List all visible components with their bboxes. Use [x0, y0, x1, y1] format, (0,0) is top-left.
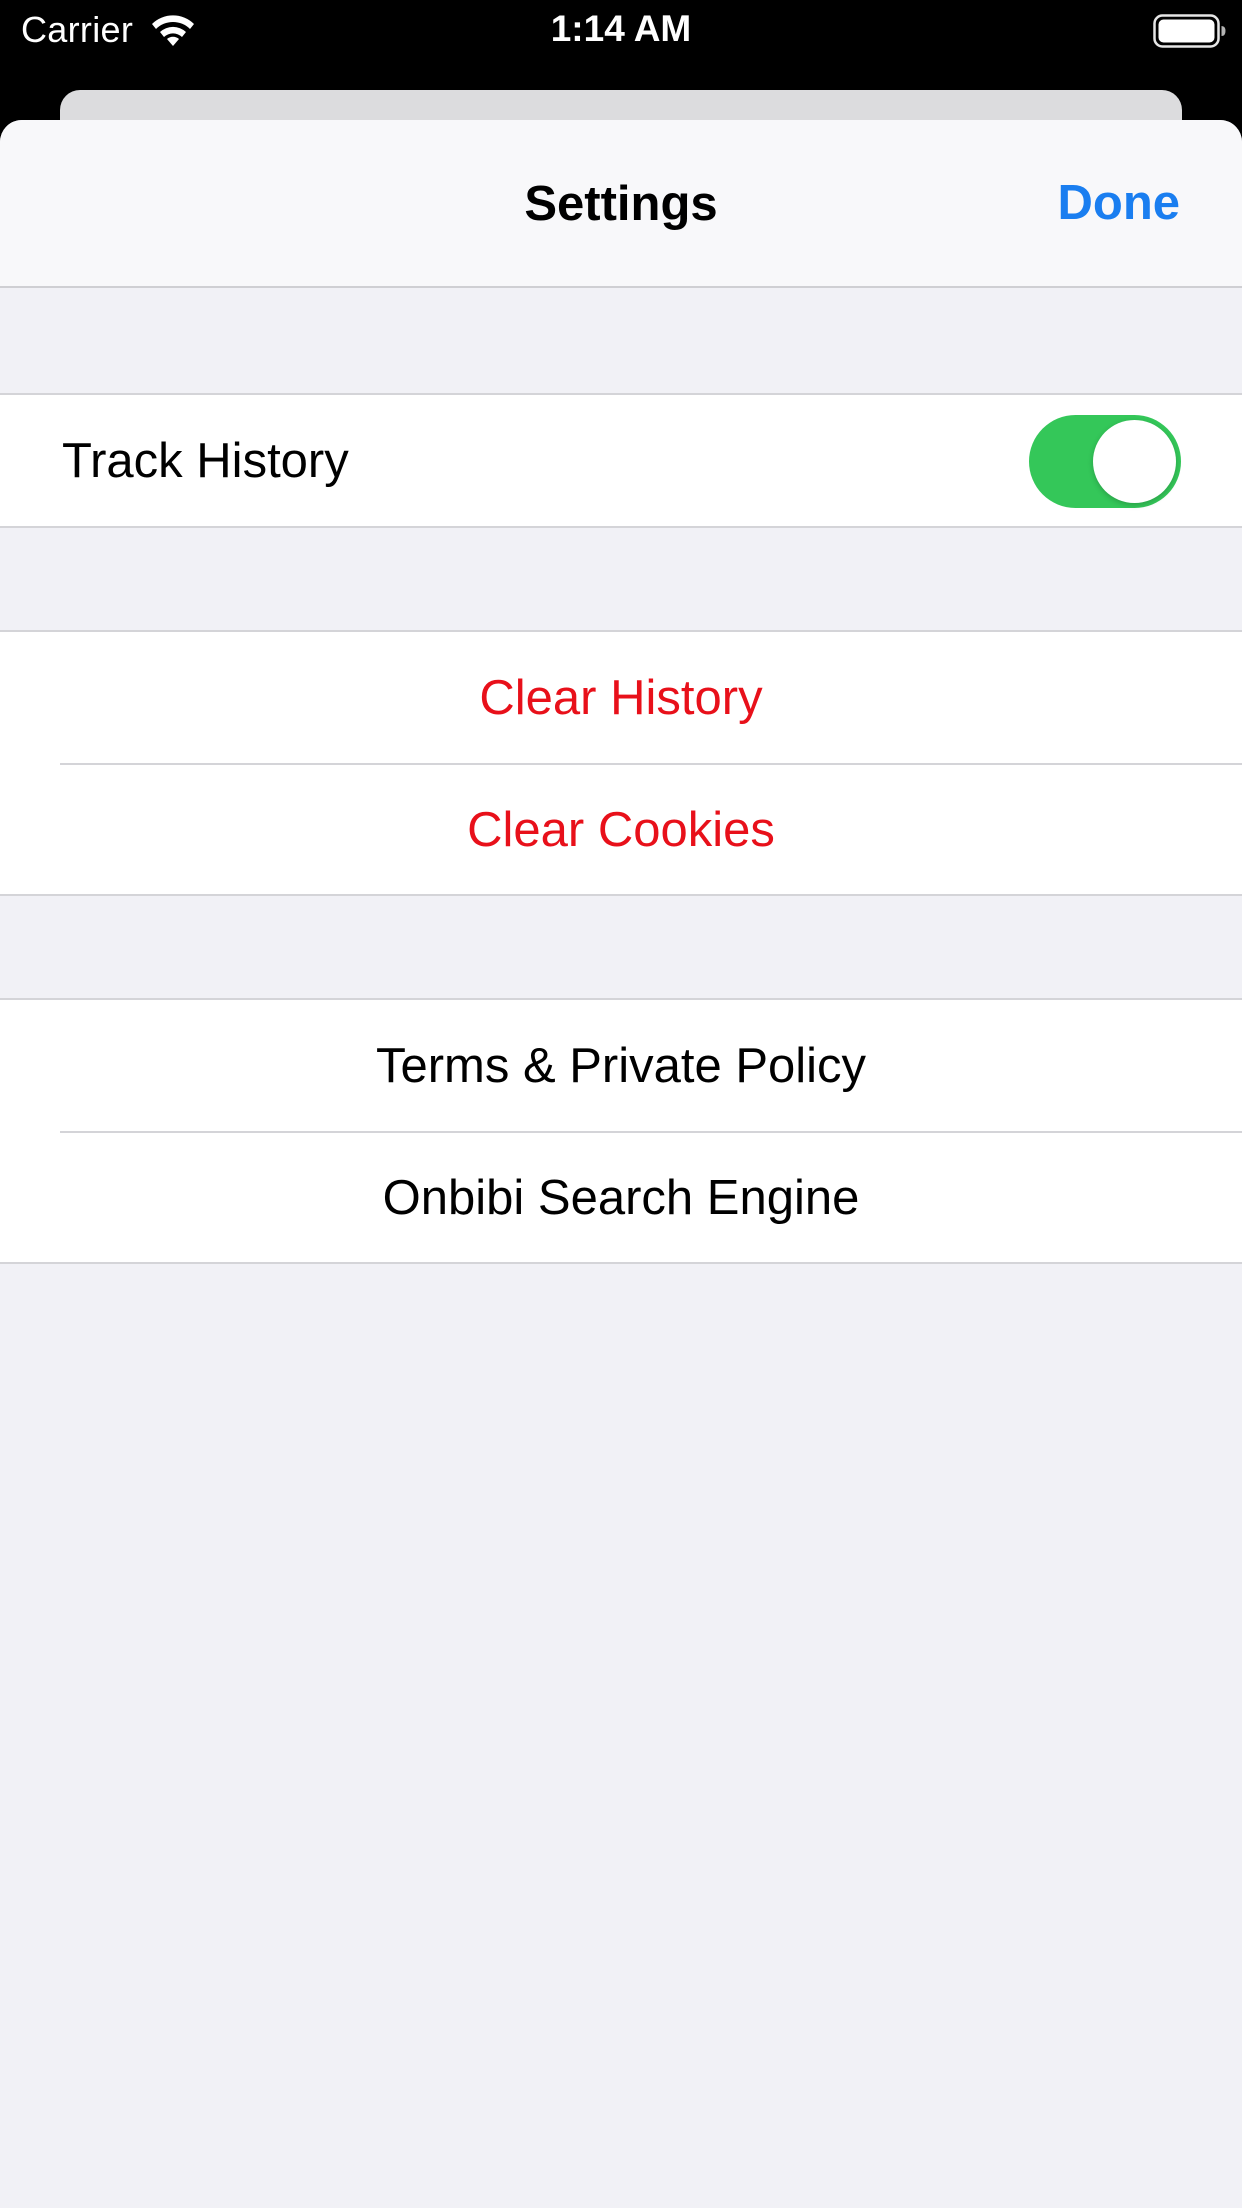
- done-button[interactable]: Done: [1058, 175, 1181, 231]
- toggle-knob: [1093, 420, 1176, 503]
- clear-section: Clear History Clear Cookies: [0, 630, 1242, 896]
- clear-cookies-label: Clear Cookies: [467, 802, 775, 857]
- search-engine-link[interactable]: Onbibi Search Engine: [60, 1131, 1242, 1262]
- clear-cookies-button[interactable]: Clear Cookies: [60, 763, 1242, 894]
- navigation-bar: Settings Done: [0, 120, 1242, 288]
- search-engine-label: Onbibi Search Engine: [382, 1170, 860, 1225]
- page-title: Settings: [524, 177, 718, 231]
- history-section: Track History: [0, 393, 1242, 528]
- terms-policy-link[interactable]: Terms & Private Policy: [0, 1000, 1242, 1131]
- track-history-toggle[interactable]: [1029, 415, 1181, 508]
- terms-policy-label: Terms & Private Policy: [375, 1038, 867, 1093]
- screen: Carrier 1:14 AM Settings Done Track Hist…: [0, 0, 1242, 2208]
- clear-history-label: Clear History: [479, 670, 763, 725]
- info-section: Terms & Private Policy Onbibi Search Eng…: [0, 998, 1242, 1264]
- clock: 1:14 AM: [550, 8, 692, 49]
- track-history-row: Track History: [0, 395, 1242, 526]
- settings-sheet: Settings Done Track History Clear Histor…: [0, 120, 1242, 2208]
- status-bar: Carrier 1:14 AM: [0, 0, 1242, 62]
- battery-icon: [1153, 14, 1226, 48]
- clear-history-button[interactable]: Clear History: [0, 632, 1242, 763]
- track-history-label: Track History: [62, 433, 349, 488]
